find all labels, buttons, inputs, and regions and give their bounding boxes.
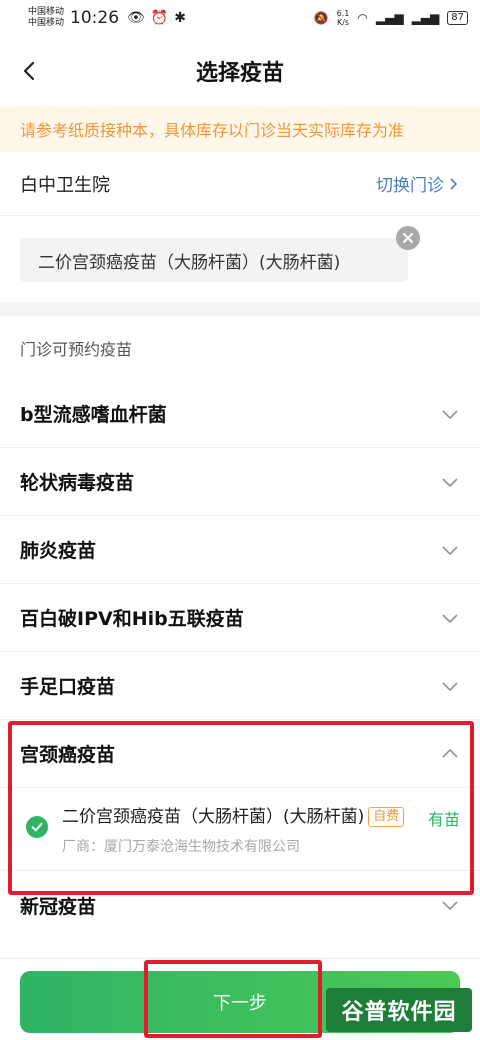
back-arrow-icon[interactable]: [18, 59, 42, 83]
category-row-pentavalent[interactable]: 百白破IPV和Hib五联疫苗: [0, 584, 480, 652]
category-label: 百白破IPV和Hib五联疫苗: [20, 608, 244, 630]
category-row-hpv[interactable]: 宫颈癌疫苗: [0, 720, 480, 788]
clinic-name: 白中卫生院: [20, 174, 110, 196]
category-label: 肺炎疫苗: [20, 540, 97, 562]
self-pay-badge: 自费: [368, 807, 405, 827]
switch-clinic-link[interactable]: 切换门诊: [376, 171, 460, 196]
clock: 10:26: [70, 8, 120, 28]
section-header: 门诊可预约疫苗: [20, 340, 133, 359]
switch-clinic-label: 切换门诊: [376, 176, 444, 196]
stock-notice: 请参考纸质接种本，具体库存以门诊当天实际库存为准: [0, 106, 480, 152]
vaccine-option[interactable]: 二价宫颈癌疫苗（大肠杆菌）(大肠杆菌) 自费 厂商：厦门万泰沧海生物技术有限公司 …: [0, 788, 480, 871]
category-row-hib[interactable]: b型流感嗜血杆菌: [0, 380, 480, 448]
alarm-icon: ⏰: [150, 10, 169, 26]
signal-icon-2: ▂▄▆: [411, 11, 440, 25]
close-icon: [403, 233, 413, 243]
network-speed: 6.1 K/s: [336, 9, 350, 27]
watermark-logo: 谷普软件园: [326, 988, 472, 1032]
mute-icon: 🔕: [313, 11, 329, 25]
carrier-1: 中国移动: [28, 7, 65, 17]
category-label: 手足口疫苗: [20, 676, 116, 698]
wifi-icon: ◠: [357, 11, 368, 25]
chevron-down-icon: [442, 681, 458, 691]
chevron-up-icon: [442, 748, 458, 758]
section-divider: [0, 302, 480, 316]
chevron-right-icon: [450, 177, 458, 190]
category-row-covid[interactable]: 新冠疫苗: [0, 871, 480, 939]
battery-icon: 87: [447, 11, 468, 25]
selected-tag-area: 二价宫颈癌疫苗（大肠杆菌）(大肠杆菌): [0, 216, 480, 302]
category-row-rotavirus[interactable]: 轮状病毒疫苗: [0, 448, 480, 516]
selected-vaccine-tag: 二价宫颈癌疫苗（大肠杆菌）(大肠杆菌): [20, 238, 408, 282]
chevron-down-icon: [442, 901, 458, 911]
carrier-info: 中国移动 中国移动: [28, 7, 64, 29]
nav-bar: 选择疫苗: [0, 36, 480, 106]
manufacturer: 厂商：厦门万泰沧海生物技术有限公司: [62, 839, 300, 855]
category-row-hfmd[interactable]: 手足口疫苗: [0, 652, 480, 720]
bluetooth-icon: ✱: [174, 10, 186, 26]
status-bar: 中国移动 中国移动 10:26 👁 ⏰ ✱ 🔕 6.1 K/s ◠ ▂▄▆ ▂▄…: [0, 0, 480, 36]
stock-status: 有苗: [427, 810, 460, 829]
remove-tag-button[interactable]: [396, 226, 420, 250]
carrier-2: 中国移动: [28, 18, 65, 28]
category-label: b型流感嗜血杆菌: [20, 404, 167, 426]
chevron-down-icon: [442, 545, 458, 555]
category-label: 轮状病毒疫苗: [20, 472, 135, 494]
eye-icon: 👁: [127, 10, 145, 26]
category-label: 新冠疫苗: [20, 895, 97, 918]
category-label: 宫颈癌疫苗: [20, 744, 116, 766]
chevron-down-icon: [442, 477, 458, 487]
vaccine-option-body: 二价宫颈癌疫苗（大肠杆菌）(大肠杆菌) 自费 厂商：厦门万泰沧海生物技术有限公司: [62, 804, 416, 856]
clinic-row: 白中卫生院 切换门诊: [0, 152, 480, 216]
chevron-down-icon: [442, 409, 458, 419]
check-icon: [26, 816, 48, 838]
signal-icon: ▂▄▆: [375, 11, 404, 25]
page-title: 选择疫苗: [195, 61, 284, 86]
vaccine-option-title: 二价宫颈癌疫苗（大肠杆菌）(大肠杆菌) 自费: [62, 804, 416, 830]
chevron-down-icon: [442, 613, 458, 623]
category-row-pneumonia[interactable]: 肺炎疫苗: [0, 516, 480, 584]
